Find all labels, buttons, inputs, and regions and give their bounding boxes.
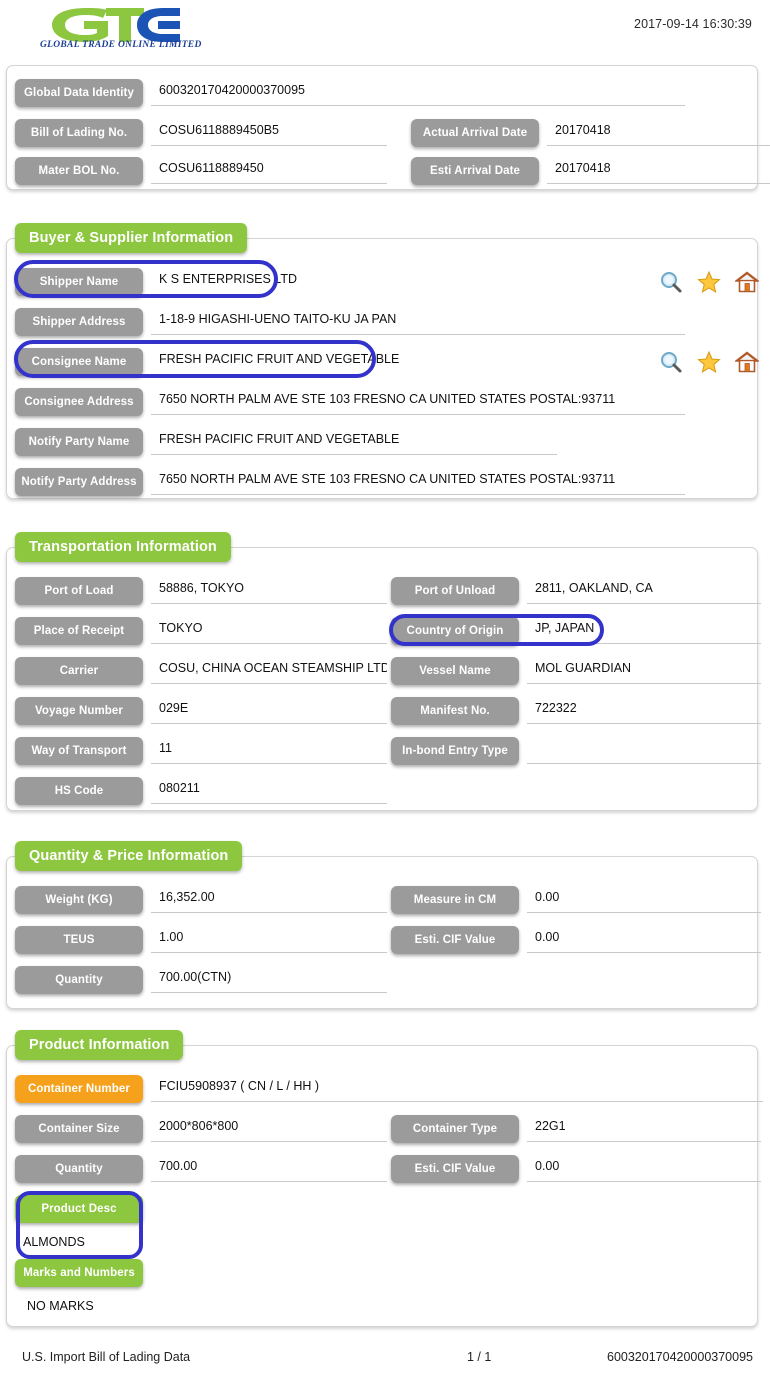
home-icon[interactable]	[733, 350, 761, 374]
value-quantity: 700.00(CTN)	[151, 966, 387, 993]
transportation-card: Transportation Information Port of Load …	[6, 532, 761, 811]
section-title-transportation: Transportation Information	[15, 532, 231, 562]
section-title-buyer-supplier: Buyer & Supplier Information	[15, 223, 248, 253]
buyer-supplier-card: Buyer & Supplier Information Shipper Nam…	[6, 223, 761, 499]
value-mater-bol-no: COSU6118889450	[151, 157, 387, 184]
label-country-of-origin: Country of Origin	[391, 617, 519, 645]
value-notify-party-name: FRESH PACIFIC FRUIT AND VEGETABLE	[151, 428, 557, 455]
section-title-quantity-price: Quantity & Price Information	[15, 841, 243, 871]
value-place-of-receipt: TOKYO	[151, 617, 387, 644]
value-container-number: FCIU5908937 ( CN / L / HH )	[151, 1075, 763, 1102]
page-header: GLOBAL TRADE ONLINE LIMITED 2017-09-14 1…	[0, 0, 770, 60]
value-esti-arrival-date: 20170418	[547, 157, 770, 184]
value-product-esti-cif-value: 0.00	[527, 1155, 761, 1182]
quantity-price-card: Quantity & Price Information Weight (KG)…	[6, 841, 761, 1009]
value-bill-of-lading-no: COSU6118889450B5	[151, 119, 387, 146]
value-country-of-origin: JP, JAPAN	[527, 617, 761, 644]
consignee-action-icons	[659, 350, 761, 374]
label-teus: TEUS	[15, 926, 143, 954]
label-shipper-name: Shipper Name	[15, 268, 143, 296]
label-notify-party-name: Notify Party Name	[15, 428, 143, 456]
search-icon[interactable]	[659, 270, 683, 294]
value-product-desc: ALMONDS	[23, 1235, 85, 1249]
label-shipper-address: Shipper Address	[15, 308, 143, 336]
label-product-esti-cif-value: Esti. CIF Value	[391, 1155, 519, 1183]
label-global-data-identity: Global Data Identity	[15, 79, 143, 107]
value-manifest-no: 722322	[527, 697, 761, 724]
star-icon[interactable]	[697, 350, 721, 374]
label-notify-party-address: Notify Party Address	[15, 468, 143, 496]
value-voyage-number: 029E	[151, 697, 387, 724]
value-marks-and-numbers: NO MARKS	[27, 1299, 94, 1313]
shipper-action-icons	[659, 270, 761, 294]
label-product-desc: Product Desc	[15, 1195, 143, 1223]
value-esti-cif-value: 0.00	[527, 926, 761, 953]
value-notify-party-address: 7650 NORTH PALM AVE STE 103 FRESNO CA UN…	[151, 468, 685, 495]
value-measure-in-cm: 0.00	[527, 886, 761, 913]
label-vessel-name: Vessel Name	[391, 657, 519, 685]
label-way-of-transport: Way of Transport	[15, 737, 143, 765]
value-port-of-load: 58886, TOKYO	[151, 577, 387, 604]
footer-left-text: U.S. Import Bill of Lading Data	[22, 1350, 191, 1364]
value-container-type: 22G1	[527, 1115, 761, 1142]
value-vessel-name: MOL GUARDIAN	[527, 657, 761, 684]
label-carrier: Carrier	[15, 657, 143, 685]
label-manifest-no: Manifest No.	[391, 697, 519, 725]
value-port-of-unload: 2811, OAKLAND, CA	[527, 577, 761, 604]
value-shipper-address: 1-18-9 HIGASHI-UENO TAITO-KU JA PAN	[151, 308, 685, 335]
footer-page-number: 1 / 1	[467, 1350, 492, 1364]
value-product-quantity: 700.00	[151, 1155, 387, 1182]
label-esti-cif-value: Esti. CIF Value	[391, 926, 519, 954]
logo-subtitle: GLOBAL TRADE ONLINE LIMITED	[40, 40, 202, 50]
label-in-bond-entry-type: In-bond Entry Type	[391, 737, 519, 765]
page-footer: U.S. Import Bill of Lading Data 1 / 1 60…	[0, 1350, 770, 1372]
label-product-quantity: Quantity	[15, 1155, 143, 1183]
value-consignee-name: FRESH PACIFIC FRUIT AND VEGETABLE	[159, 352, 400, 366]
label-consignee-name: Consignee Name	[15, 348, 143, 376]
product-card: Product Information Container Number FCI…	[6, 1030, 763, 1327]
label-mater-bol-no: Mater BOL No.	[15, 157, 143, 185]
label-place-of-receipt: Place of Receipt	[15, 617, 143, 645]
label-marks-and-numbers: Marks and Numbers	[15, 1259, 143, 1287]
label-port-of-unload: Port of Unload	[391, 577, 519, 605]
label-measure-in-cm: Measure in CM	[391, 886, 519, 914]
value-in-bond-entry-type	[527, 737, 761, 764]
section-title-product: Product Information	[15, 1030, 184, 1060]
value-way-of-transport: 11	[151, 737, 387, 764]
search-icon[interactable]	[659, 350, 683, 374]
label-container-type: Container Type	[391, 1115, 519, 1143]
value-weight-kg: 16,352.00	[151, 886, 387, 913]
value-global-data-identity: 600320170420000370095	[151, 79, 685, 106]
label-hs-code: HS Code	[15, 777, 143, 805]
label-container-number: Container Number	[15, 1075, 143, 1103]
label-actual-arrival-date: Actual Arrival Date	[411, 119, 539, 147]
value-carrier: COSU, CHINA OCEAN STEAMSHIP LTD	[151, 657, 387, 684]
value-actual-arrival-date: 20170418	[547, 119, 770, 146]
label-voyage-number: Voyage Number	[15, 697, 143, 725]
label-esti-arrival-date: Esti Arrival Date	[411, 157, 539, 185]
label-container-size: Container Size	[15, 1115, 143, 1143]
footer-record-id: 600320170420000370095	[607, 1350, 753, 1364]
label-port-of-load: Port of Load	[15, 577, 143, 605]
value-shipper-name: K S ENTERPRISES LTD	[159, 272, 297, 286]
label-consignee-address: Consignee Address	[15, 388, 143, 416]
value-container-size: 2000*806*800	[151, 1115, 387, 1142]
header-datetime: 2017-09-14 16:30:39	[634, 17, 752, 31]
identity-card: Global Data Identity 6003201704200003700…	[6, 65, 770, 190]
label-bill-of-lading-no: Bill of Lading No.	[15, 119, 143, 147]
value-hs-code: 080211	[151, 777, 387, 804]
value-consignee-address: 7650 NORTH PALM AVE STE 103 FRESNO CA UN…	[151, 388, 685, 415]
label-quantity: Quantity	[15, 966, 143, 994]
star-icon[interactable]	[697, 270, 721, 294]
home-icon[interactable]	[733, 270, 761, 294]
value-teus: 1.00	[151, 926, 387, 953]
label-weight-kg: Weight (KG)	[15, 886, 143, 914]
